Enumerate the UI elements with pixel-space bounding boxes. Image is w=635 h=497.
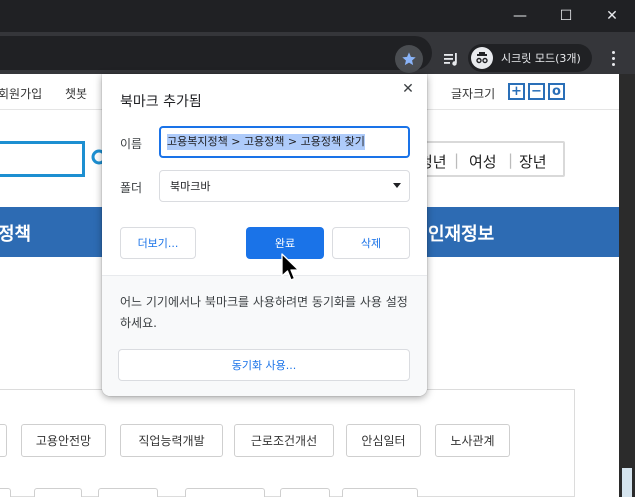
star-icon bbox=[402, 52, 416, 66]
window-titlebar: — ☐ ✕ bbox=[0, 0, 635, 32]
playlist-icon bbox=[444, 53, 457, 66]
nav-chatbot-link[interactable]: 챗봇 bbox=[65, 85, 87, 102]
font-size-label: 글자크기 bbox=[451, 87, 496, 101]
dialog-title: 북마크 추가됨 bbox=[120, 94, 202, 110]
keyword-women[interactable]: 여성 bbox=[469, 151, 497, 172]
bookmark-name-input[interactable]: 고용복지정책 > 고용정책 > 고용정책 찾기 bbox=[159, 126, 410, 158]
bookmark-added-dialog: 북마크 추가됨 ✕ 이름 고용복지정책 > 고용정책 > 고용정책 찾기 폴더 … bbox=[102, 74, 427, 396]
folder-label: 폴더 bbox=[120, 181, 143, 195]
target-keyword-box: 청년 | 여성 | 장년 bbox=[410, 141, 565, 177]
page-scrollbar[interactable] bbox=[619, 74, 635, 497]
menu-policy[interactable]: 정책 bbox=[0, 220, 31, 246]
site-search-input[interactable] bbox=[0, 141, 85, 177]
bookmark-star-button[interactable] bbox=[395, 45, 423, 73]
keyword-middle-aged[interactable]: 장년 bbox=[519, 151, 547, 172]
bookmark-name-value: 고용복지정책 > 고용정책 > 고용정책 찾기 bbox=[167, 134, 365, 150]
bookmark-folder-select[interactable]: 북마크바 bbox=[159, 170, 410, 202]
category-tag[interactable] bbox=[98, 488, 158, 497]
font-reset-button[interactable]: o bbox=[548, 83, 565, 100]
reading-list-button[interactable] bbox=[440, 48, 462, 70]
font-increase-button[interactable]: + bbox=[508, 83, 525, 100]
category-tag[interactable] bbox=[0, 488, 11, 497]
maximize-button[interactable]: ☐ bbox=[543, 0, 589, 32]
enable-sync-button[interactable]: 동기화 사용... bbox=[118, 349, 410, 381]
incognito-icon bbox=[471, 47, 493, 69]
close-icon[interactable]: ✕ bbox=[399, 80, 417, 98]
category-tag[interactable] bbox=[34, 488, 82, 497]
category-tag-working-conditions[interactable]: 근로조건개선 bbox=[234, 424, 334, 457]
menu-talent-info[interactable]: 인재정보 bbox=[428, 220, 494, 246]
mouse-cursor-icon bbox=[281, 253, 300, 281]
incognito-profile-button[interactable]: 시크릿 모드(3개) bbox=[468, 44, 592, 72]
chevron-down-icon bbox=[393, 183, 401, 188]
category-tag-skills[interactable]: 직업능력개발 bbox=[120, 424, 223, 457]
scrollbar-thumb[interactable] bbox=[622, 468, 632, 497]
policy-category-panel: 고용안전망 직업능력개발 근로조건개선 안심일터 노사관계 bbox=[0, 389, 575, 497]
address-bar[interactable] bbox=[0, 36, 432, 70]
sync-promo: 어느 기기에서나 북마크를 사용하려면 동기화를 사용 설정하세요. 동기화 사… bbox=[102, 275, 427, 396]
name-label: 이름 bbox=[120, 137, 143, 151]
category-tag[interactable] bbox=[0, 424, 7, 457]
more-button[interactable]: 더보기... bbox=[120, 227, 196, 259]
close-window-button[interactable]: ✕ bbox=[589, 0, 635, 32]
category-tag-safe-workplace[interactable]: 안심일터 bbox=[346, 424, 421, 457]
sync-promo-text: 어느 기기에서나 북마크를 사용하려면 동기화를 사용 설정하세요. bbox=[120, 295, 408, 330]
nav-signup-link[interactable]: 회원가입 bbox=[0, 85, 42, 102]
category-tag[interactable] bbox=[185, 488, 265, 497]
browser-menu-button[interactable] bbox=[603, 47, 623, 69]
category-tag[interactable] bbox=[342, 488, 418, 497]
remove-button[interactable]: 삭제 bbox=[332, 227, 410, 259]
category-tag-labor-relations[interactable]: 노사관계 bbox=[435, 424, 510, 457]
minimize-button[interactable]: — bbox=[497, 0, 543, 32]
incognito-label: 시크릿 모드(3개) bbox=[501, 52, 581, 65]
folder-value: 북마크바 bbox=[170, 180, 211, 193]
category-tag[interactable] bbox=[280, 488, 330, 497]
font-decrease-button[interactable]: − bbox=[528, 83, 545, 100]
category-tag-safety-net[interactable]: 고용안전망 bbox=[21, 424, 106, 457]
